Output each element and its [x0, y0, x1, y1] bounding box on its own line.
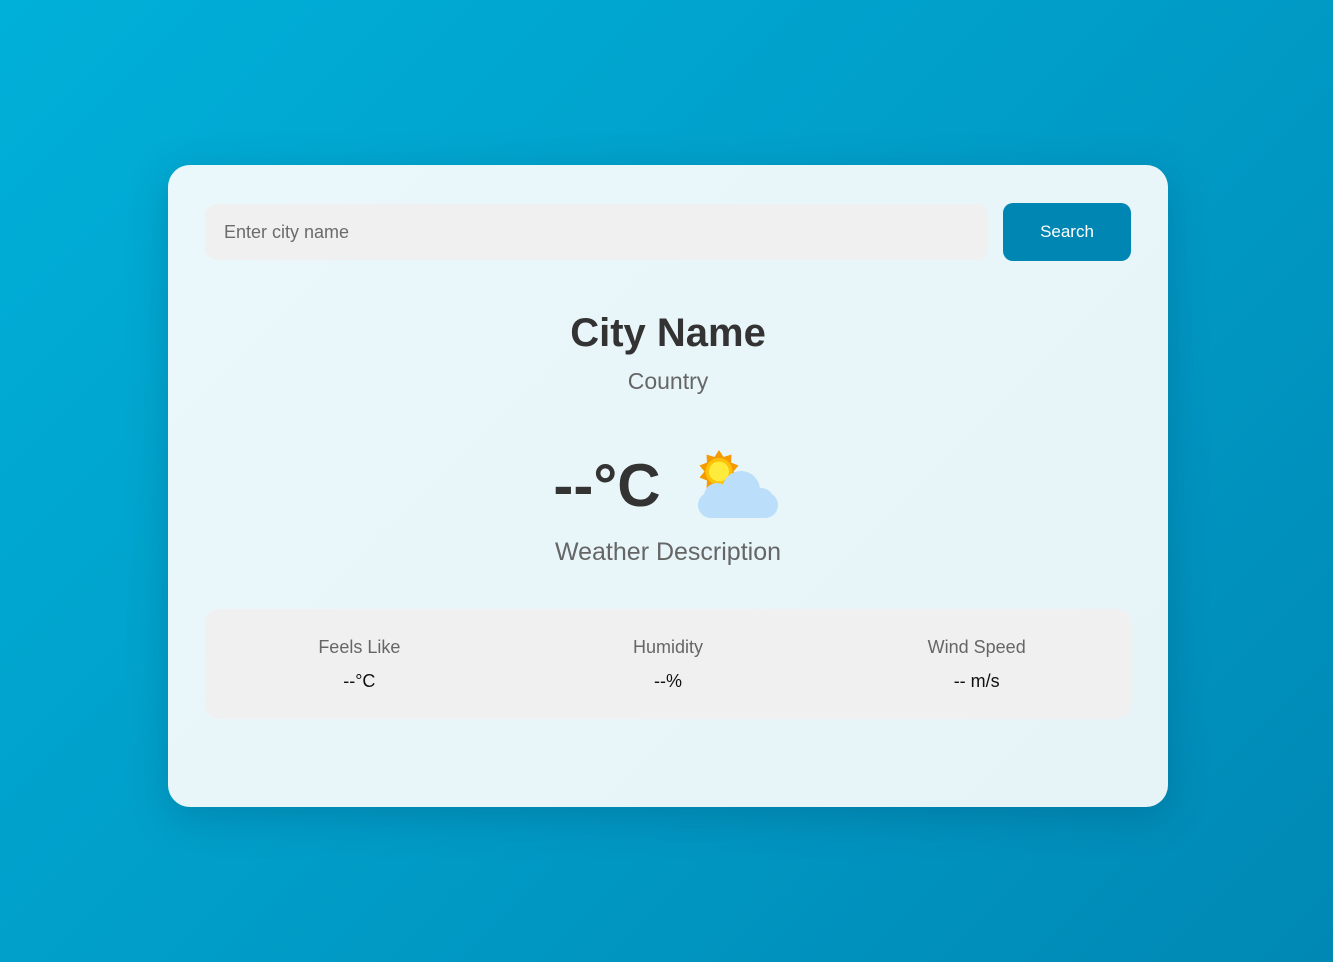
- country-name: Country: [627, 368, 709, 394]
- humidity-label: Humidity: [633, 637, 704, 657]
- wind-speed-detail: Wind Speed -- m/s: [822, 636, 1131, 692]
- city-name: City Name: [570, 311, 766, 355]
- temperature: --°C: [553, 452, 661, 519]
- current-weather: --°C: [205, 441, 1131, 531]
- feels-like-value: --°C: [343, 671, 376, 691]
- partly-cloudy-icon: [697, 450, 778, 518]
- city-search-input[interactable]: [205, 204, 988, 260]
- weather-details-panel: Feels Like --°C Humidity --% Wind Speed …: [205, 609, 1131, 719]
- weather-description: Weather Description: [554, 538, 782, 566]
- feels-like-detail: Feels Like --°C: [205, 636, 514, 692]
- weather-card: Search City Name Country --°C Weather De…: [168, 165, 1168, 807]
- humidity-value: --%: [654, 671, 682, 691]
- wind-speed-value: -- m/s: [953, 671, 1000, 691]
- humidity-detail: Humidity --%: [514, 636, 823, 692]
- wind-speed-label: Wind Speed: [927, 637, 1026, 657]
- search-bar: Search: [205, 203, 1131, 261]
- feels-like-label: Feels Like: [318, 637, 401, 657]
- search-button[interactable]: Search: [1003, 203, 1131, 261]
